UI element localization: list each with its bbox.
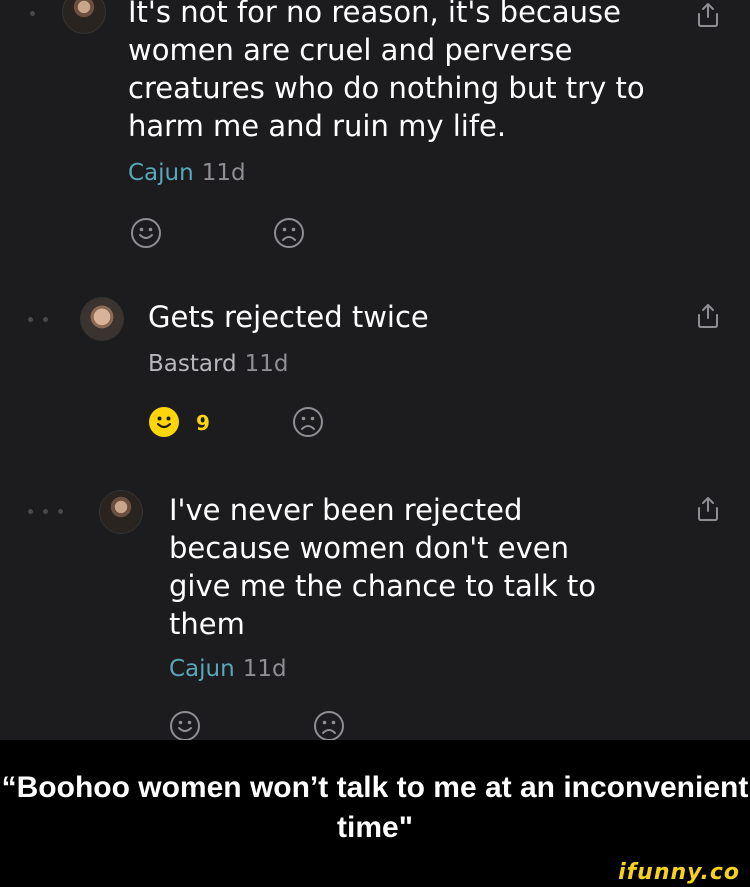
comment-meta: Bastard 11d — [148, 351, 289, 377]
depth-dot — [58, 509, 63, 514]
comment-meta: Cajun 11d — [128, 160, 246, 186]
author-name[interactable]: Cajun — [169, 656, 235, 682]
frown-reaction-icon[interactable] — [292, 406, 324, 438]
share-icon[interactable] — [693, 301, 723, 331]
thread-depth-dots — [28, 317, 48, 322]
meme-caption: “Boohoo women won’t talk to me at an inc… — [1, 771, 749, 844]
comment-age: 11d — [244, 351, 289, 377]
author-name[interactable]: Bastard — [148, 351, 237, 377]
smile-reaction-icon[interactable] — [130, 217, 162, 249]
smile-reaction-icon[interactable] — [148, 406, 180, 438]
depth-dot — [30, 11, 35, 16]
thread-depth-dots — [30, 11, 35, 16]
share-icon[interactable] — [693, 0, 723, 30]
avatar[interactable] — [99, 490, 143, 534]
comment-thread: It's not for no reason, it's because wom… — [0, 0, 750, 740]
depth-dot — [43, 509, 48, 514]
ifunny-watermark: ifunny.co — [618, 860, 740, 885]
thread-depth-dots — [28, 509, 63, 514]
frown-reaction-icon[interactable] — [273, 217, 305, 249]
avatar[interactable] — [80, 297, 124, 341]
depth-dot — [28, 509, 33, 514]
comment-age: 11d — [201, 160, 246, 186]
avatar[interactable] — [62, 0, 106, 34]
share-icon[interactable] — [693, 494, 723, 524]
comment-meta: Cajun 11d — [169, 656, 287, 682]
author-name[interactable]: Cajun — [128, 160, 194, 186]
frown-reaction-icon[interactable] — [313, 710, 345, 740]
comment-age: 11d — [242, 656, 287, 682]
comment-text: It's not for no reason, it's because wom… — [128, 0, 645, 143]
depth-dot — [28, 317, 33, 322]
smile-count: 9 — [196, 411, 210, 435]
depth-dot — [43, 317, 48, 322]
smile-reaction-icon[interactable] — [169, 710, 201, 740]
comment-text: Gets rejected twice — [148, 300, 429, 334]
comment-text: I've never been rejected because women d… — [169, 493, 596, 641]
meme-caption-banner: “Boohoo women won’t talk to me at an inc… — [0, 740, 750, 887]
